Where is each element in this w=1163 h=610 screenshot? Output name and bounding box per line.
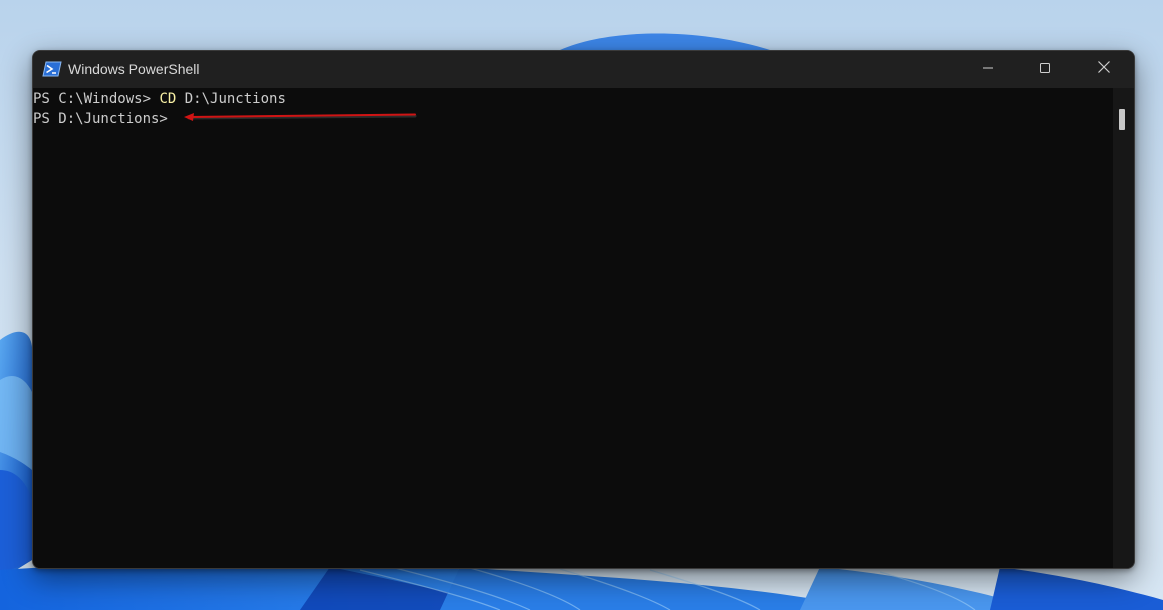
close-icon <box>1097 60 1111 79</box>
console-output[interactable]: PS C:\Windows> CD D:\Junctions PS D:\Jun… <box>33 88 1113 568</box>
command-args: D:\Junctions <box>176 91 286 107</box>
maximize-button[interactable] <box>1022 51 1068 88</box>
console-line: PS D:\Junctions> <box>33 109 176 129</box>
maximize-icon <box>1039 61 1051 79</box>
powershell-window[interactable]: Windows PowerShell PS C:\Windows> CD D:\… <box>32 50 1135 569</box>
red-arrow-annotation <box>184 113 417 121</box>
powershell-icon <box>42 61 62 77</box>
command-text: CD <box>159 91 177 107</box>
window-title: Windows PowerShell <box>68 61 200 77</box>
minimize-icon <box>982 61 994 79</box>
vertical-scrollbar[interactable] <box>1113 88 1134 568</box>
prompt-text: PS D:\Junctions> <box>33 111 177 127</box>
prompt-text: PS C:\Windows> <box>33 91 160 107</box>
scrollbar-thumb[interactable] <box>1119 109 1125 130</box>
close-button[interactable] <box>1081 51 1127 88</box>
title-bar[interactable]: Windows PowerShell <box>33 51 1134 88</box>
minimize-button[interactable] <box>965 51 1011 88</box>
console-line: PS C:\Windows> CD D:\Junctions <box>33 89 286 109</box>
